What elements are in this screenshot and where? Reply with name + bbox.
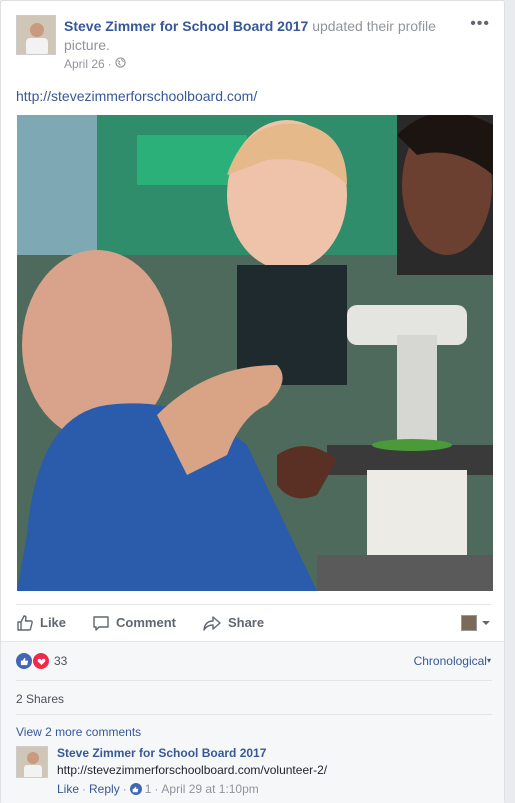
- comment-timestamp[interactable]: April 29 at 1:10pm: [161, 782, 258, 796]
- view-more-comments-link[interactable]: View 2 more comments: [16, 725, 141, 739]
- separator: ·: [154, 782, 159, 796]
- like-button[interactable]: Like: [16, 614, 66, 632]
- post-photo[interactable]: [17, 115, 493, 591]
- comment-sort-dropdown[interactable]: Chronological▾: [414, 654, 491, 668]
- comment-like-count[interactable]: 1: [145, 782, 152, 796]
- thumbs-up-icon: [16, 614, 34, 632]
- viewer-selector[interactable]: [461, 614, 491, 631]
- photo-illustration: [17, 115, 493, 591]
- love-reaction-icon: [32, 652, 50, 670]
- post-title: Steve Zimmer for School Board 2017 updat…: [64, 17, 444, 55]
- author-name-link[interactable]: Steve Zimmer for School Board 2017: [64, 18, 308, 34]
- caret-down-icon: [481, 616, 491, 630]
- sort-label: Chronological: [413, 654, 487, 668]
- comment-actions: Like · Reply · 1 · April 29 at 1:10pm: [57, 782, 259, 796]
- comment-reply-link[interactable]: Reply: [89, 782, 120, 796]
- comment-bubble-icon: [92, 614, 110, 632]
- divider: [16, 714, 492, 715]
- ellipsis-icon[interactable]: •••: [470, 15, 490, 33]
- comment-item: Steve Zimmer for School Board 2017 http:…: [16, 746, 492, 801]
- reaction-summary[interactable]: 33: [16, 652, 67, 670]
- reaction-count: 33: [54, 654, 68, 668]
- post-body-link[interactable]: http://stevezimmerforschoolboard.com/: [16, 88, 257, 104]
- caret-down-icon: ▾: [486, 656, 491, 665]
- post-meta: April 26 ·: [64, 57, 126, 71]
- post-date[interactable]: April 26: [64, 57, 105, 71]
- comment-like-link[interactable]: Like: [57, 782, 79, 796]
- separator: ·: [82, 782, 87, 796]
- meta-separator: ·: [107, 57, 112, 71]
- comment-link[interactable]: http://stevezimmerforschoolboard.com/vol…: [57, 763, 327, 777]
- author-avatar[interactable]: [16, 15, 56, 55]
- separator: ·: [122, 782, 127, 796]
- commenter-avatar[interactable]: [16, 746, 48, 778]
- globe-icon[interactable]: [115, 57, 126, 71]
- comment-label: Comment: [116, 615, 176, 630]
- like-reaction-icon: [16, 653, 32, 669]
- share-label: Share: [227, 615, 265, 630]
- post-header: Steve Zimmer for School Board 2017 updat…: [16, 15, 492, 75]
- commenter-name-link[interactable]: Steve Zimmer for School Board 2017: [57, 746, 266, 760]
- viewer-avatar: [461, 614, 477, 631]
- shares-count-link[interactable]: 2 Shares: [16, 692, 64, 706]
- post-card: Steve Zimmer for School Board 2017 updat…: [0, 0, 505, 803]
- like-label: Like: [40, 615, 67, 630]
- action-bar: Like Comment Share: [16, 604, 491, 640]
- share-button[interactable]: Share: [202, 614, 264, 632]
- share-arrow-icon: [202, 614, 222, 632]
- comment-button[interactable]: Comment: [92, 614, 176, 632]
- divider: [16, 680, 492, 681]
- like-reaction-icon: [129, 783, 142, 795]
- feedback-section: 33 Chronological▾ 2 Shares View 2 more c…: [1, 641, 504, 803]
